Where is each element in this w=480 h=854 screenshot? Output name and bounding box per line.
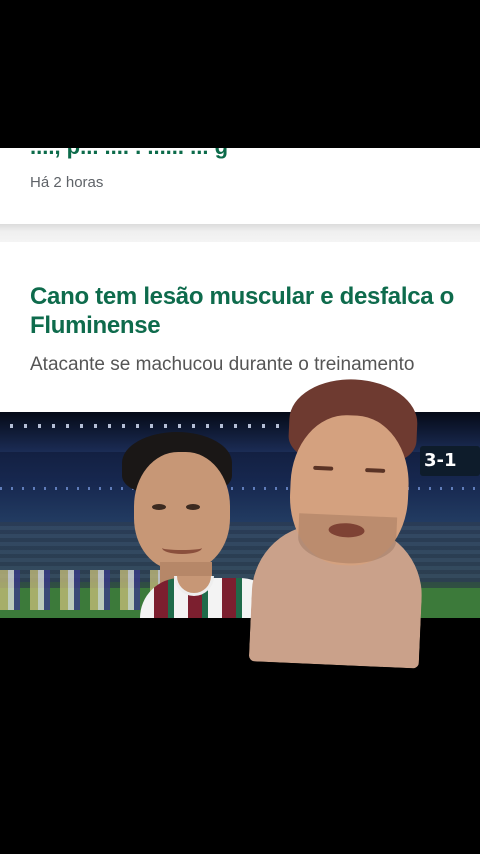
article-subtitle: Atacante se machucou durante o treinamen… (30, 354, 415, 375)
top-black-bar (0, 0, 480, 148)
card-separator (0, 224, 480, 242)
news-card[interactable]: Cano tem lesão muscular e desfalca o Flu… (0, 242, 480, 412)
scoreboard: 3-1 (420, 446, 480, 476)
previous-card-timestamp: Há 2 horas (30, 174, 104, 191)
player-eye-right (186, 504, 200, 510)
reaction-eye-right (365, 468, 386, 473)
scoreboard-score: 3-1 (424, 450, 457, 471)
player-smile (162, 542, 202, 554)
player-eye-left (152, 504, 166, 510)
previous-news-card[interactable]: ...., p... .... . ...... ... g Há 2 hora… (0, 148, 480, 224)
reaction-person-overlay (248, 371, 431, 669)
previous-card-title-cut: ...., p... .... . ...... ... g (30, 148, 228, 160)
article-headline[interactable]: Cano tem lesão muscular e desfalca o Flu… (30, 282, 460, 340)
reaction-eye-left (313, 465, 334, 471)
